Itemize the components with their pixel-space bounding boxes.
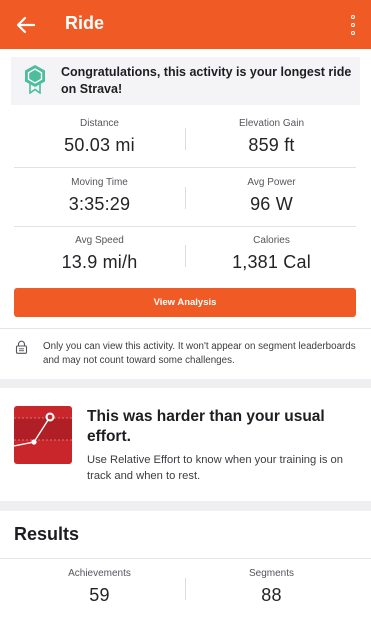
results-title: Results [14, 524, 80, 544]
stat-label: Moving Time [71, 177, 128, 188]
stat-value: 3:35:29 [68, 194, 131, 214]
arrow-left-icon[interactable] [14, 13, 38, 37]
stat-value: 859 ft [248, 135, 295, 155]
more-vertical-icon[interactable] [348, 13, 358, 37]
stat-achievements[interactable]: Achievements 59 [14, 568, 185, 606]
stat-elevation-gain: Elevation Gain 859 ft [186, 118, 357, 156]
relative-effort-card[interactable]: This was harder than your usual effort. … [0, 388, 371, 501]
divider [14, 167, 356, 168]
results-card: Results Achievements 59 Segments 88 [0, 511, 371, 620]
divider [14, 226, 356, 227]
stat-value: 96 W [250, 194, 293, 214]
stat-label: Achievements [68, 568, 131, 579]
stat-label: Avg Speed [75, 235, 124, 246]
stat-value: 59 [89, 585, 110, 605]
divider [0, 558, 371, 559]
achievement-badge-icon [25, 65, 45, 94]
app-bar: Ride [0, 0, 371, 49]
stat-label: Avg Power [247, 177, 296, 188]
achievement-banner: Congratulations, this activity is your l… [11, 57, 360, 105]
effort-title: This was harder than your usual effort. [87, 408, 325, 445]
stat-value: 13.9 mi/h [61, 252, 138, 272]
relative-effort-chart-icon [14, 406, 72, 464]
activity-summary-card: Congratulations, this activity is your l… [0, 49, 371, 379]
stat-distance: Distance 50.03 mi [14, 118, 185, 156]
stat-moving-time: Moving Time 3:35:29 [14, 177, 185, 215]
stat-label: Distance [80, 118, 119, 129]
page-title: Ride [65, 13, 105, 33]
privacy-notice: Only you can view this activity. It won'… [43, 341, 356, 366]
stat-value: 88 [261, 585, 282, 605]
achievement-text: Congratulations, this activity is your l… [61, 65, 352, 96]
view-analysis-button[interactable]: View Analysis [14, 288, 356, 317]
stat-avg-speed: Avg Speed 13.9 mi/h [14, 235, 185, 273]
stat-label: Calories [253, 235, 290, 246]
stat-value: 1,381 Cal [232, 252, 311, 272]
effort-description: Use Relative Effort to know when your tr… [87, 454, 343, 482]
stat-label: Segments [248, 568, 295, 579]
stat-avg-power: Avg Power 96 W [186, 177, 357, 215]
stat-value: 50.03 mi [64, 135, 135, 155]
stat-segments[interactable]: Segments 88 [186, 568, 357, 606]
stat-label: Elevation Gain [238, 118, 305, 129]
lock-icon [15, 340, 28, 354]
stat-calories: Calories 1,381 Cal [186, 235, 357, 273]
divider [0, 328, 371, 329]
